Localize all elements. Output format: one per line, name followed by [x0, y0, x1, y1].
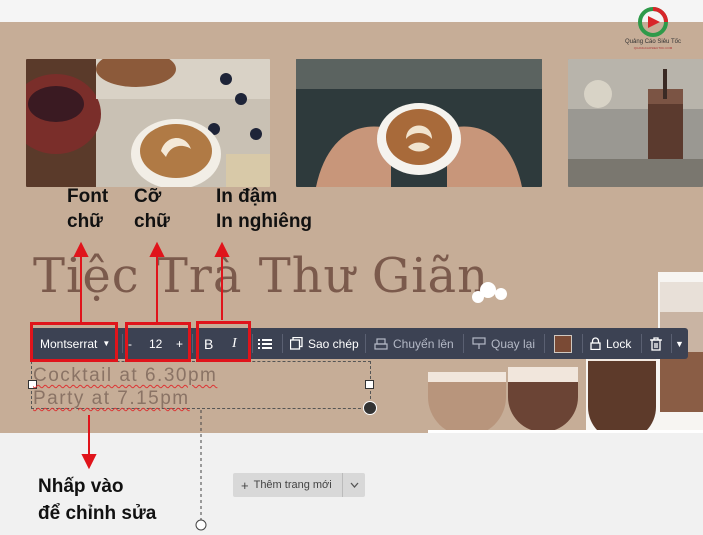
color-swatch	[554, 334, 572, 353]
list-icon	[258, 338, 272, 349]
annotation-click-to-edit: Nhấp vào để chỉnh sửa	[38, 473, 156, 527]
move-up-button[interactable]: Chuyển lên	[374, 328, 454, 359]
copy-icon	[290, 337, 303, 350]
undo-label: Quay lại	[491, 336, 536, 351]
divider	[641, 334, 642, 353]
layers-icon	[374, 338, 388, 350]
divider	[192, 334, 193, 353]
highlight-font-family	[30, 322, 118, 362]
annotation-click-line2: để chỉnh sửa	[38, 503, 157, 524]
trash-icon	[650, 336, 662, 351]
divider	[582, 334, 583, 353]
divider	[252, 334, 253, 353]
more-options-button[interactable]: ▼	[675, 328, 684, 359]
copy-button[interactable]: Sao chép	[290, 328, 359, 359]
plus-icon: +	[241, 477, 249, 493]
list-button[interactable]	[258, 328, 272, 359]
highlight-font-size	[125, 322, 191, 362]
chevron-down-icon	[350, 482, 358, 488]
undo-button[interactable]: Quay lại	[472, 328, 535, 359]
copy-label: Sao chép	[308, 336, 359, 351]
highlight-bold-italic	[196, 321, 251, 362]
annotation-arrows	[73, 241, 230, 531]
move-up-label: Chuyển lên	[393, 336, 454, 351]
text-color-button[interactable]	[554, 328, 572, 359]
add-page-button[interactable]: + Thêm trang mới	[233, 473, 365, 497]
divider	[365, 334, 366, 353]
divider	[671, 334, 672, 353]
divider	[544, 334, 545, 353]
divider	[463, 334, 464, 353]
add-page-label: Thêm trang mới	[253, 479, 332, 491]
annotation-click-line1: Nhấp vào	[38, 476, 124, 497]
divider	[282, 334, 283, 353]
add-page-dropdown[interactable]	[342, 473, 365, 497]
lock-button[interactable]: Lock	[590, 328, 631, 359]
lock-icon	[590, 337, 601, 350]
divider	[122, 334, 123, 353]
delete-button[interactable]	[650, 328, 662, 359]
lock-label: Lock	[606, 336, 632, 351]
position-icon	[472, 337, 486, 349]
chevron-down-icon: ▼	[675, 338, 684, 349]
